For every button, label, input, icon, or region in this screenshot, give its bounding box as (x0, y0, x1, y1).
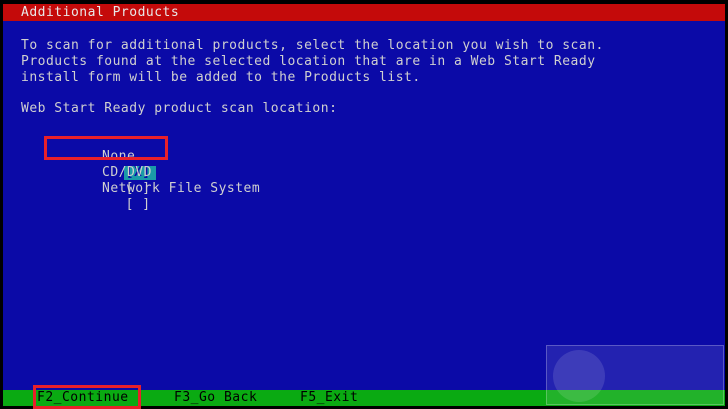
exit-key[interactable]: F5_Exit (300, 390, 358, 406)
intro-text: To scan for additional products, select … (21, 38, 604, 86)
window-title: Additional Products (21, 5, 180, 20)
watermark-overlay (546, 345, 724, 405)
option-none[interactable]: [X] None (57, 149, 156, 180)
option-none-label: None (102, 149, 136, 164)
option-cd-dvd-label: CD/DVD (102, 165, 152, 180)
option-network-file-system-label: Network File System (102, 181, 261, 196)
watermark-logo-icon (553, 350, 605, 402)
installer-screen: Additional Products To scan for addition… (0, 0, 728, 409)
scan-location-options: [X] None [ ] CD/DVD [ ] Network File Sys… (57, 149, 260, 212)
option-cd-dvd[interactable]: [ ] CD/DVD (57, 165, 156, 196)
go-back-key[interactable]: F3_Go Back (174, 390, 257, 406)
intro-line-2: Products found at the selected location … (21, 54, 596, 69)
scan-location-label: Web Start Ready product scan location: (21, 101, 338, 116)
checkbox-network-file-system[interactable]: [ ] (124, 198, 156, 212)
intro-line-1: To scan for additional products, select … (21, 38, 604, 53)
option-network-file-system[interactable]: [ ] Network File System (57, 181, 260, 212)
intro-line-3: install form will be added to the Produc… (21, 70, 421, 85)
continue-key[interactable]: F2_Continue (37, 390, 129, 406)
title-bar: Additional Products (3, 4, 725, 21)
